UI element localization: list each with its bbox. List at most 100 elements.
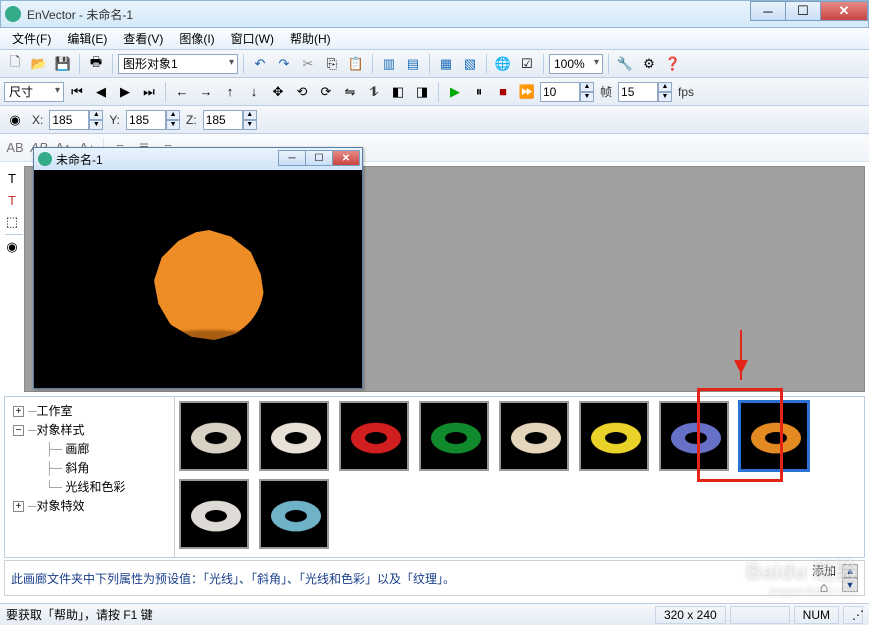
sphere-tool-button[interactable]: ◉ — [2, 237, 22, 257]
canvas[interactable] — [34, 170, 362, 388]
menu-image[interactable]: 图像(I) — [171, 28, 222, 49]
shape-object[interactable] — [154, 230, 264, 340]
status-resize-grip[interactable]: ⋰ — [843, 606, 863, 624]
cascade-button[interactable]: ▦ — [435, 53, 457, 75]
nav-last-button[interactable]: ⏭ — [138, 81, 160, 103]
move-left-button[interactable]: ← — [171, 81, 193, 103]
stop-button[interactable]: ■ — [492, 81, 514, 103]
y-spin[interactable]: ▲▼ — [126, 110, 180, 130]
style-tree[interactable]: +─工作室 −─对象样式 ├─ 画廊 ├─ 斜角 └─ 光线和色彩 +─对象特效 — [5, 397, 175, 557]
gallery-item-4[interactable] — [499, 401, 569, 471]
context-help-button[interactable]: ❓ — [662, 53, 684, 75]
tree-node-workshop[interactable]: +─工作室 — [9, 401, 170, 420]
bold-button[interactable]: AB — [4, 137, 26, 159]
tree-node-light-color[interactable]: └─ 光线和色彩 — [9, 477, 170, 496]
tree-node-object-style[interactable]: −─对象样式 — [9, 420, 170, 439]
menu-window[interactable]: 窗口(W) — [223, 28, 282, 49]
gallery-item-3[interactable] — [419, 401, 489, 471]
x-input[interactable] — [49, 110, 89, 130]
text3d-tool-button[interactable]: T — [2, 190, 22, 210]
menu-edit[interactable]: 编辑(E) — [59, 28, 115, 49]
undo-button[interactable]: ↶ — [249, 53, 271, 75]
frame-spin[interactable]: ▲▼ — [540, 82, 594, 102]
spin-down[interactable]: ▼ — [658, 92, 672, 102]
coord-mode-button[interactable]: ◉ — [4, 109, 26, 131]
print-button[interactable]: 🖶 — [85, 53, 107, 75]
gallery-item-7[interactable] — [739, 401, 809, 471]
gallery-item-8[interactable] — [179, 479, 249, 549]
tree-node-effects[interactable]: +─对象特效 — [9, 496, 170, 515]
y-input[interactable] — [126, 110, 166, 130]
tool-a-button[interactable]: 🔧 — [614, 53, 636, 75]
gallery-item-0[interactable] — [179, 401, 249, 471]
fps-spin[interactable]: ▲▼ — [618, 82, 672, 102]
object-combo[interactable]: 图形对象1 — [118, 54, 238, 74]
spin-up[interactable]: ▲ — [658, 82, 672, 92]
tree-node-gallery[interactable]: ├─ 画廊 — [9, 439, 170, 458]
z-spin[interactable]: ▲▼ — [203, 110, 257, 130]
perspective-button[interactable]: ◧ — [387, 81, 409, 103]
fps-input[interactable] — [618, 82, 658, 102]
expand-icon[interactable]: + — [13, 406, 24, 417]
doc-close-button[interactable]: ✕ — [332, 150, 360, 166]
zoom-combo[interactable]: 100% — [549, 54, 603, 74]
scroll-down-button[interactable]: ▼ — [842, 578, 858, 592]
move-right-button[interactable]: → — [195, 81, 217, 103]
home-icon[interactable]: ⌂ — [812, 579, 836, 595]
move-down-button[interactable]: ↓ — [243, 81, 265, 103]
size-combo[interactable]: 尺寸 — [4, 82, 64, 102]
add-area[interactable]: 添加 ⌂ — [812, 562, 836, 595]
cut-button[interactable]: ✂ — [297, 53, 319, 75]
spin-down[interactable]: ▼ — [580, 92, 594, 102]
minimize-button[interactable]: ─ — [750, 1, 786, 21]
spin-up[interactable]: ▲ — [580, 82, 594, 92]
gallery-item-2[interactable] — [339, 401, 409, 471]
play-button[interactable]: ▶ — [444, 81, 466, 103]
copy-button[interactable]: ⎘ — [321, 53, 343, 75]
rotate-right-button[interactable]: ⟳ — [315, 81, 337, 103]
options-button[interactable]: ☑ — [516, 53, 538, 75]
frame-input[interactable] — [540, 82, 580, 102]
expand-icon[interactable]: + — [13, 501, 24, 512]
menu-help[interactable]: 帮助(H) — [282, 28, 339, 49]
paste-button[interactable]: 📋 — [345, 53, 367, 75]
nav-next-button[interactable]: ▶ — [114, 81, 136, 103]
tile-h-button[interactable]: ▥ — [378, 53, 400, 75]
nav-prev-button[interactable]: ◀ — [90, 81, 112, 103]
collapse-icon[interactable]: − — [13, 425, 24, 436]
pause-button[interactable]: ⏸ — [468, 81, 490, 103]
open-button[interactable]: 📂 — [28, 53, 50, 75]
tree-node-bevel[interactable]: ├─ 斜角 — [9, 458, 170, 477]
x-spin[interactable]: ▲▼ — [49, 110, 103, 130]
z-input[interactable] — [203, 110, 243, 130]
new-button[interactable]: 🗋 — [4, 53, 26, 75]
arrange-button[interactable]: ▧ — [459, 53, 481, 75]
scroll-up-button[interactable]: ▲ — [842, 564, 858, 578]
maximize-button[interactable]: ☐ — [785, 1, 821, 21]
document-titlebar[interactable]: 未命名-1 ─ ☐ ✕ — [34, 148, 362, 170]
menu-view[interactable]: 查看(V) — [115, 28, 171, 49]
doc-maximize-button[interactable]: ☐ — [305, 150, 333, 166]
move-up-button[interactable]: ↑ — [219, 81, 241, 103]
tool-b-button[interactable]: ⚙ — [638, 53, 660, 75]
redo-button[interactable]: ↷ — [273, 53, 295, 75]
gallery-item-6[interactable] — [659, 401, 729, 471]
gallery-item-1[interactable] — [259, 401, 329, 471]
flip-h-button[interactable]: ⇋ — [339, 81, 361, 103]
gallery-item-9[interactable] — [259, 479, 329, 549]
rotate-left-button[interactable]: ⟲ — [291, 81, 313, 103]
web-button[interactable]: 🌐 — [492, 53, 514, 75]
doc-minimize-button[interactable]: ─ — [278, 150, 306, 166]
save-button[interactable]: 💾 — [52, 53, 74, 75]
step-button[interactable]: ⏩ — [516, 81, 538, 103]
tile-v-button[interactable]: ▤ — [402, 53, 424, 75]
text-tool-button[interactable]: T — [2, 168, 22, 188]
gallery-item-5[interactable] — [579, 401, 649, 471]
center-button[interactable]: ✥ — [267, 81, 289, 103]
nav-first-button[interactable]: ⏮ — [66, 81, 88, 103]
flip-v-button[interactable]: ⥮ — [363, 81, 385, 103]
close-button[interactable]: ✕ — [820, 1, 868, 21]
menu-file[interactable]: 文件(F) — [4, 28, 59, 49]
extrude-button[interactable]: ◨ — [411, 81, 433, 103]
document-window[interactable]: 未命名-1 ─ ☐ ✕ — [33, 147, 363, 389]
